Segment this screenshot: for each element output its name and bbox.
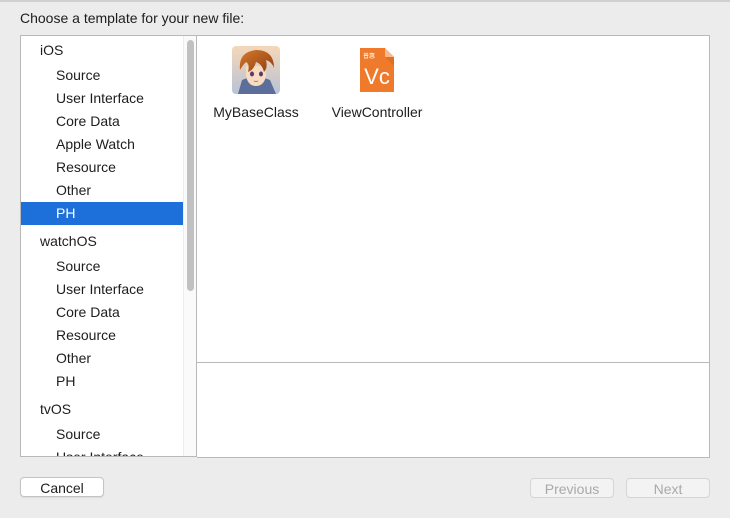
- previous-button[interactable]: Previous: [530, 478, 614, 498]
- sidebar-item-ios-source[interactable]: Source: [21, 64, 183, 87]
- template-tile-viewcontroller[interactable]: 普惠 Vc ViewController: [322, 46, 432, 126]
- next-button[interactable]: Next: [626, 478, 710, 498]
- anime-avatar-icon: [232, 46, 280, 94]
- vc-file-icon: 普惠 Vc: [353, 46, 401, 94]
- group-header-watchos: watchOS: [40, 233, 97, 249]
- sidebar-item-watchos-ph[interactable]: PH: [21, 370, 183, 393]
- category-list: iOS Source User Interface Core Data Appl…: [21, 36, 183, 456]
- template-grid: MyBaseClass 普惠 Vc ViewController: [197, 35, 710, 362]
- template-category-sidebar[interactable]: iOS Source User Interface Core Data Appl…: [20, 35, 197, 457]
- dialog-title: Choose a template for your new file:: [20, 10, 245, 26]
- sidebar-item-watchos-user-interface[interactable]: User Interface: [21, 278, 183, 301]
- vc-icon-badge-text: 普惠: [363, 52, 375, 60]
- window-top-border: [0, 0, 730, 2]
- cancel-button[interactable]: Cancel: [20, 477, 104, 497]
- group-header-ios: iOS: [40, 42, 64, 58]
- sidebar-scrollbar[interactable]: [183, 36, 197, 456]
- sidebar-item-ios-ph[interactable]: PH: [21, 202, 183, 225]
- sidebar-bottom-border: [20, 456, 197, 457]
- sidebar-item-ios-user-interface[interactable]: User Interface: [21, 87, 183, 110]
- sidebar-scrollbar-thumb[interactable]: [187, 40, 194, 291]
- sidebar-item-watchos-resource[interactable]: Resource: [21, 324, 183, 347]
- sidebar-item-watchos-other[interactable]: Other: [21, 347, 183, 370]
- sidebar-item-ios-apple-watch[interactable]: Apple Watch: [21, 133, 183, 156]
- vc-icon-text: Vc: [364, 64, 390, 89]
- sidebar-item-watchos-source[interactable]: Source: [21, 255, 183, 278]
- sidebar-item-ios-resource[interactable]: Resource: [21, 156, 183, 179]
- group-header-tvos: tvOS: [40, 401, 72, 417]
- sidebar-item-ios-other[interactable]: Other: [21, 179, 183, 202]
- template-tile-mybaseclass[interactable]: MyBaseClass: [201, 46, 311, 126]
- sidebar-item-tvos-source[interactable]: Source: [21, 423, 183, 446]
- sidebar-item-watchos-core-data[interactable]: Core Data: [21, 301, 183, 324]
- template-description-area: [197, 362, 710, 458]
- template-label-viewcontroller: ViewController: [331, 104, 423, 120]
- template-label-mybaseclass: MyBaseClass: [213, 104, 299, 120]
- sidebar-item-ios-core-data[interactable]: Core Data: [21, 110, 183, 133]
